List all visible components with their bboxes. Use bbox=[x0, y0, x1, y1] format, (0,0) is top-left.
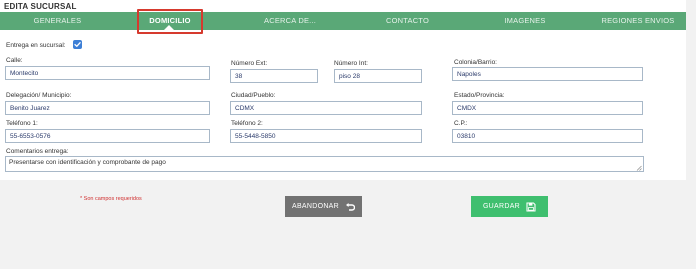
active-tab-caret bbox=[164, 25, 174, 30]
phone1-label: Teléfono 1: bbox=[6, 120, 38, 127]
comments-textarea[interactable]: Presentarse con identificación y comprob… bbox=[5, 156, 644, 172]
phone2-label: Teléfono 2: bbox=[231, 120, 263, 127]
floppy-disk-icon bbox=[526, 201, 536, 212]
int-number-input[interactable] bbox=[334, 69, 422, 83]
colony-input[interactable] bbox=[452, 67, 643, 81]
delegation-label: Delegación/ Municipio: bbox=[6, 92, 72, 99]
comments-label: Comentarios entrega: bbox=[6, 148, 69, 155]
abandon-button-label: ABANDONAR bbox=[291, 203, 340, 210]
phone1-input[interactable] bbox=[5, 129, 210, 143]
delegation-input[interactable] bbox=[5, 101, 210, 115]
ext-number-input[interactable] bbox=[230, 69, 318, 83]
tab-acerca-de[interactable]: ACERCA DE... bbox=[225, 12, 355, 30]
street-label: Calle: bbox=[6, 57, 23, 64]
int-number-label: Número Int: bbox=[334, 60, 368, 67]
check-icon bbox=[74, 42, 81, 47]
save-button-label: GUARDAR bbox=[482, 203, 521, 210]
page-title: EDITA SUCURSAL bbox=[4, 2, 77, 11]
street-input[interactable] bbox=[5, 66, 210, 80]
abandon-button[interactable]: ABANDONAR bbox=[285, 196, 362, 217]
tab-regiones-envios[interactable]: REGIONES ENVIOS bbox=[590, 12, 686, 30]
ext-number-label: Número Ext: bbox=[231, 60, 268, 67]
delivery-checkbox[interactable] bbox=[73, 40, 82, 49]
tab-bar: GENERALES DOMICILIO ACERCA DE... CONTACT… bbox=[0, 12, 686, 30]
zip-label: C.P.: bbox=[454, 120, 468, 127]
undo-arrow-icon bbox=[346, 202, 356, 211]
tab-imagenes[interactable]: IMAGENES bbox=[460, 12, 590, 30]
tab-contacto[interactable]: CONTACTO bbox=[355, 12, 460, 30]
state-input[interactable] bbox=[452, 101, 643, 115]
save-button[interactable]: GUARDAR bbox=[471, 196, 548, 217]
state-label: Estado/Provincia: bbox=[454, 92, 505, 99]
zip-input[interactable] bbox=[452, 129, 643, 143]
required-fields-note: * Son campos requeridos bbox=[80, 196, 142, 202]
edit-branch-panel: EDITA SUCURSAL GENERALES DOMICILIO ACERC… bbox=[0, 0, 686, 180]
city-input[interactable] bbox=[230, 101, 422, 115]
colony-label: Colonia/Barrio: bbox=[454, 59, 497, 66]
tab-generales[interactable]: GENERALES bbox=[0, 12, 115, 30]
phone2-input[interactable] bbox=[230, 129, 422, 143]
delivery-label: Entrega en sucursal: bbox=[6, 42, 66, 49]
city-label: Ciudad/Pueblo: bbox=[231, 92, 276, 99]
